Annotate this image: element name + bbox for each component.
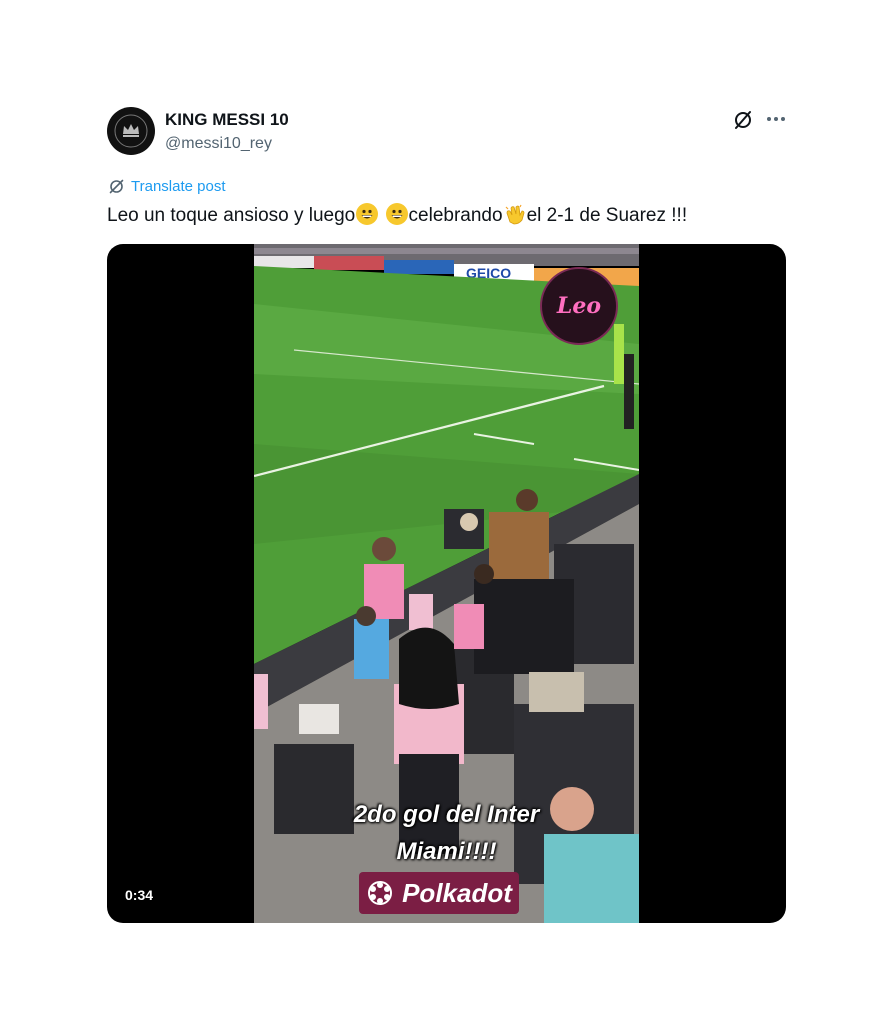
grinning-face-emoji [356,203,379,225]
translate-post-label: Translate post [131,178,226,195]
leo-channel-watermark: Leo [540,267,618,345]
translate-post-link[interactable]: Translate post [108,178,226,195]
post-text-part2: celebrando [408,205,503,226]
display-name[interactable]: KING MESSI 10 [165,110,289,130]
grok-translate-icon [109,179,124,194]
polkadot-text: Polkadot [402,877,512,908]
polkadot-logo: Polkadot [359,872,519,914]
grok-icon[interactable] [732,109,754,131]
post-text-part1: Leo un toque ansioso y luego [107,205,356,226]
avatar[interactable] [107,107,155,155]
video-duration: 0:34 [125,887,154,903]
video-caption-line1: 2do gol del Inter [353,801,540,828]
user-handle[interactable]: @messi10_rey [165,135,272,153]
video-frame: GEICO Leo 2do gol del Inter Miami!!!! Po… [254,244,639,923]
polkadot-icon [368,881,393,905]
grinning-face-emoji [385,203,408,225]
post-text: Leo un toque ansioso y luego celebrando e… [107,203,687,229]
crown-logo-icon [114,114,148,148]
watermark-text: Leo [556,293,602,319]
more-options-icon[interactable] [764,108,788,130]
video-caption-line2: Miami!!!! [396,838,497,865]
video-player[interactable]: GEICO Leo 2do gol del Inter Miami!!!! Po… [107,244,786,923]
post-text-part3: el 2-1 de Suarez !!! [526,205,688,226]
clapping-hands-emoji [504,203,526,225]
